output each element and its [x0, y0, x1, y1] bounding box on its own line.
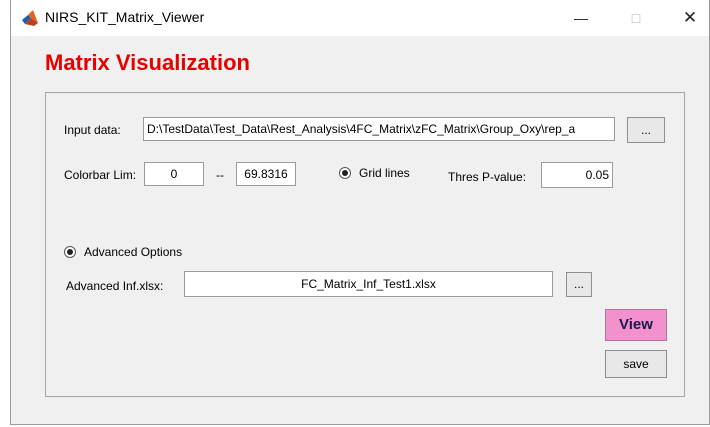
- colorbar-separator: --: [216, 168, 224, 182]
- colorbar-min-field[interactable]: 0: [144, 162, 204, 186]
- input-data-browse-button[interactable]: ...: [627, 117, 665, 143]
- save-button[interactable]: save: [605, 350, 667, 378]
- colorbar-lim-label: Colorbar Lim:: [64, 168, 137, 182]
- close-button[interactable]: ✕: [675, 5, 705, 31]
- app-window: NIRS_KIT_Matrix_Viewer — □ ✕ Matrix Visu…: [10, 0, 710, 425]
- maximize-button[interactable]: □: [621, 5, 651, 31]
- page-heading: Matrix Visualization: [45, 50, 250, 75]
- advanced-inf-label: Advanced Inf.xlsx:: [66, 279, 164, 293]
- minimize-button[interactable]: —: [566, 5, 596, 31]
- grid-lines-label: Grid lines: [359, 166, 410, 180]
- title-bar: NIRS_KIT_Matrix_Viewer — □ ✕: [11, 0, 709, 36]
- thres-p-value-label: Thres P-value:: [448, 170, 527, 184]
- input-data-field[interactable]: D:\TestData\Test_Data\Rest_Analysis\4FC_…: [143, 117, 615, 141]
- advanced-options-radio[interactable]: [64, 246, 76, 258]
- thres-p-value-field[interactable]: 0.05: [541, 162, 613, 188]
- window-title: NIRS_KIT_Matrix_Viewer: [45, 9, 205, 25]
- grid-lines-radio[interactable]: [339, 167, 351, 179]
- advanced-inf-browse-button[interactable]: ...: [566, 272, 592, 297]
- settings-panel: Input data: D:\TestData\Test_Data\Rest_A…: [45, 92, 685, 397]
- advanced-inf-field[interactable]: FC_Matrix_Inf_Test1.xlsx: [184, 271, 553, 297]
- view-button[interactable]: View: [605, 309, 667, 341]
- colorbar-max-field[interactable]: 69.8316: [236, 162, 296, 186]
- input-data-label: Input data:: [64, 123, 121, 137]
- matlab-app-icon: [21, 9, 39, 27]
- advanced-options-label: Advanced Options: [84, 245, 183, 259]
